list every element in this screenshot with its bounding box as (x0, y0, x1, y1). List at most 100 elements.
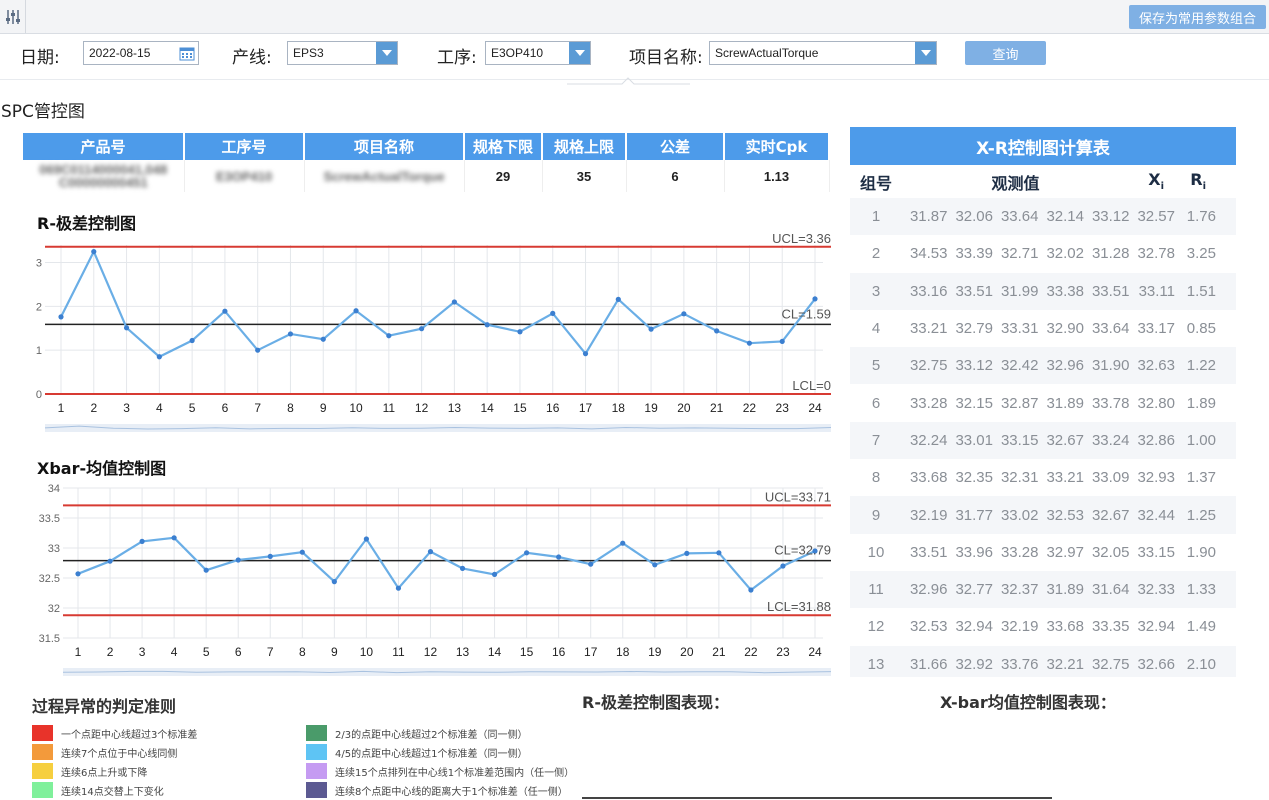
observation-value: 33.28 (909, 394, 948, 412)
group-number: 8 (871, 469, 881, 487)
ucl-label: UCL=33.71 (765, 489, 831, 504)
header-item: 项目名称 (304, 133, 465, 160)
x-tick-label: 8 (287, 401, 294, 415)
process-value: E3OP410 (491, 46, 544, 60)
xi-value: 32.63 (1137, 357, 1175, 375)
data-point (779, 338, 785, 345)
save-params-button[interactable]: 保存为常用参数组合 (1129, 5, 1266, 29)
xi-value: 32.78 (1137, 245, 1175, 263)
calc-table-title: X-R控制图计算表 (850, 127, 1236, 165)
table-row: 5 32.75 33.12 32.42 32.96 31.90 32.63 1.22 (850, 347, 1236, 385)
observation-value: 32.75 (1091, 655, 1130, 673)
observation-value: 32.19 (909, 506, 948, 524)
xi-value: 32.80 (1137, 394, 1175, 412)
date-value: 2022-08-15 (89, 46, 151, 60)
data-point (139, 538, 145, 544)
observation-value: 33.02 (1000, 506, 1039, 524)
calendar-icon[interactable] (177, 43, 197, 63)
table-row: 1 31.87 32.06 33.64 32.14 33.12 32.57 1.76 (850, 198, 1236, 236)
chevron-down-icon[interactable] (376, 42, 397, 64)
query-button[interactable]: 查询 (965, 41, 1046, 65)
process-label: 工序: (437, 48, 477, 68)
data-point (459, 565, 466, 571)
data-point (353, 308, 359, 314)
x-tick-label: 6 (235, 645, 242, 659)
tolerance-cell: 6 (626, 160, 725, 192)
ri-value: 0.85 (1186, 320, 1216, 338)
rule-item: 一个点距中心线超过3个标准差 (32, 724, 197, 742)
data-point (386, 333, 392, 339)
ri-value: 1.89 (1186, 394, 1216, 412)
chevron-down-icon[interactable] (569, 42, 590, 64)
data-point (156, 354, 162, 360)
observation-value: 31.64 (1091, 581, 1130, 599)
y-tick-label: 3 (36, 258, 42, 270)
top-toolbar: 保存为常用参数组合 (0, 0, 1269, 34)
data-point (812, 296, 818, 302)
rule-color-swatch (32, 725, 53, 741)
rule-color-swatch (32, 782, 53, 798)
observation-value: 32.67 (1046, 431, 1084, 449)
observation-value: 33.21 (1046, 469, 1084, 487)
data-point (615, 296, 621, 302)
xi-value: 32.44 (1137, 506, 1175, 524)
data-point (419, 326, 425, 332)
observation-value: 32.15 (955, 394, 993, 412)
data-point (517, 329, 523, 335)
collapse-handle[interactable] (567, 70, 690, 85)
data-point (484, 322, 490, 328)
observation-value: 33.38 (1046, 282, 1084, 300)
xi-value: 33.17 (1137, 320, 1175, 338)
observation-value: 33.68 (909, 469, 948, 487)
xi-value: 33.11 (1138, 282, 1175, 300)
observation-value: 33.01 (955, 431, 993, 449)
data-point (746, 340, 753, 346)
header-tolerance: 公差 (626, 133, 725, 160)
table-row: 3 33.16 33.51 31.99 33.38 33.51 33.11 1.51 (850, 272, 1236, 310)
ucl-label: UCL=3.36 (772, 231, 831, 246)
x-tick-label: 19 (648, 645, 662, 659)
header-process: 工序号 (184, 133, 305, 160)
group-number: 9 (871, 506, 881, 524)
ri-value: 1.33 (1186, 581, 1216, 599)
item-name-cell: ScrewActualTorque (304, 160, 465, 192)
x-tick-label: 17 (579, 401, 593, 415)
x-tick-label: 12 (415, 401, 429, 415)
data-point (171, 535, 177, 541)
x-tick-label: 4 (156, 401, 163, 415)
observation-value: 31.99 (1000, 282, 1039, 300)
x-tick-label: 11 (383, 401, 396, 415)
cl-label: CL=1.59 (781, 306, 831, 321)
product-number-cell: 069C0114000041,048 C00000000451 (23, 160, 185, 192)
data-point (681, 311, 687, 317)
data-point (255, 347, 261, 353)
x-tick-label: 23 (776, 401, 790, 415)
observation-value: 32.92 (955, 655, 993, 673)
data-point (582, 351, 589, 357)
observation-value: 33.15 (1000, 431, 1039, 449)
data-point (652, 562, 658, 568)
data-point (648, 326, 654, 332)
lsl-cell: 29 (464, 160, 543, 192)
date-field[interactable]: 2022-08-15 (83, 41, 199, 65)
chevron-down-icon[interactable] (915, 42, 936, 64)
observation-value: 32.96 (1046, 357, 1084, 375)
x-tick-label: 15 (520, 645, 534, 659)
x-tick-label: 18 (612, 401, 626, 415)
x-tick-label: 5 (203, 645, 210, 659)
line-select[interactable]: EPS3 (287, 41, 398, 65)
rule-color-swatch (32, 763, 53, 779)
rule-text: 一个点距中心线超过3个标准差 (61, 729, 198, 741)
data-point (684, 550, 690, 556)
data-point (524, 550, 530, 556)
xi-value: 32.94 (1137, 618, 1175, 636)
x-tick-label: 12 (424, 645, 438, 659)
rule-text: 2/3的点距中心线超过2个标准差（同一侧） (335, 729, 528, 741)
rule-color-swatch (306, 782, 327, 798)
process-select[interactable]: E3OP410 (485, 41, 591, 65)
rules-title: 过程异常的判定准则 (32, 697, 177, 716)
x-tick-label: 11 (392, 645, 405, 659)
sliders-icon[interactable] (0, 0, 26, 33)
observation-value: 33.64 (1000, 208, 1039, 226)
item-select[interactable]: ScrewActualTorque (709, 41, 937, 65)
